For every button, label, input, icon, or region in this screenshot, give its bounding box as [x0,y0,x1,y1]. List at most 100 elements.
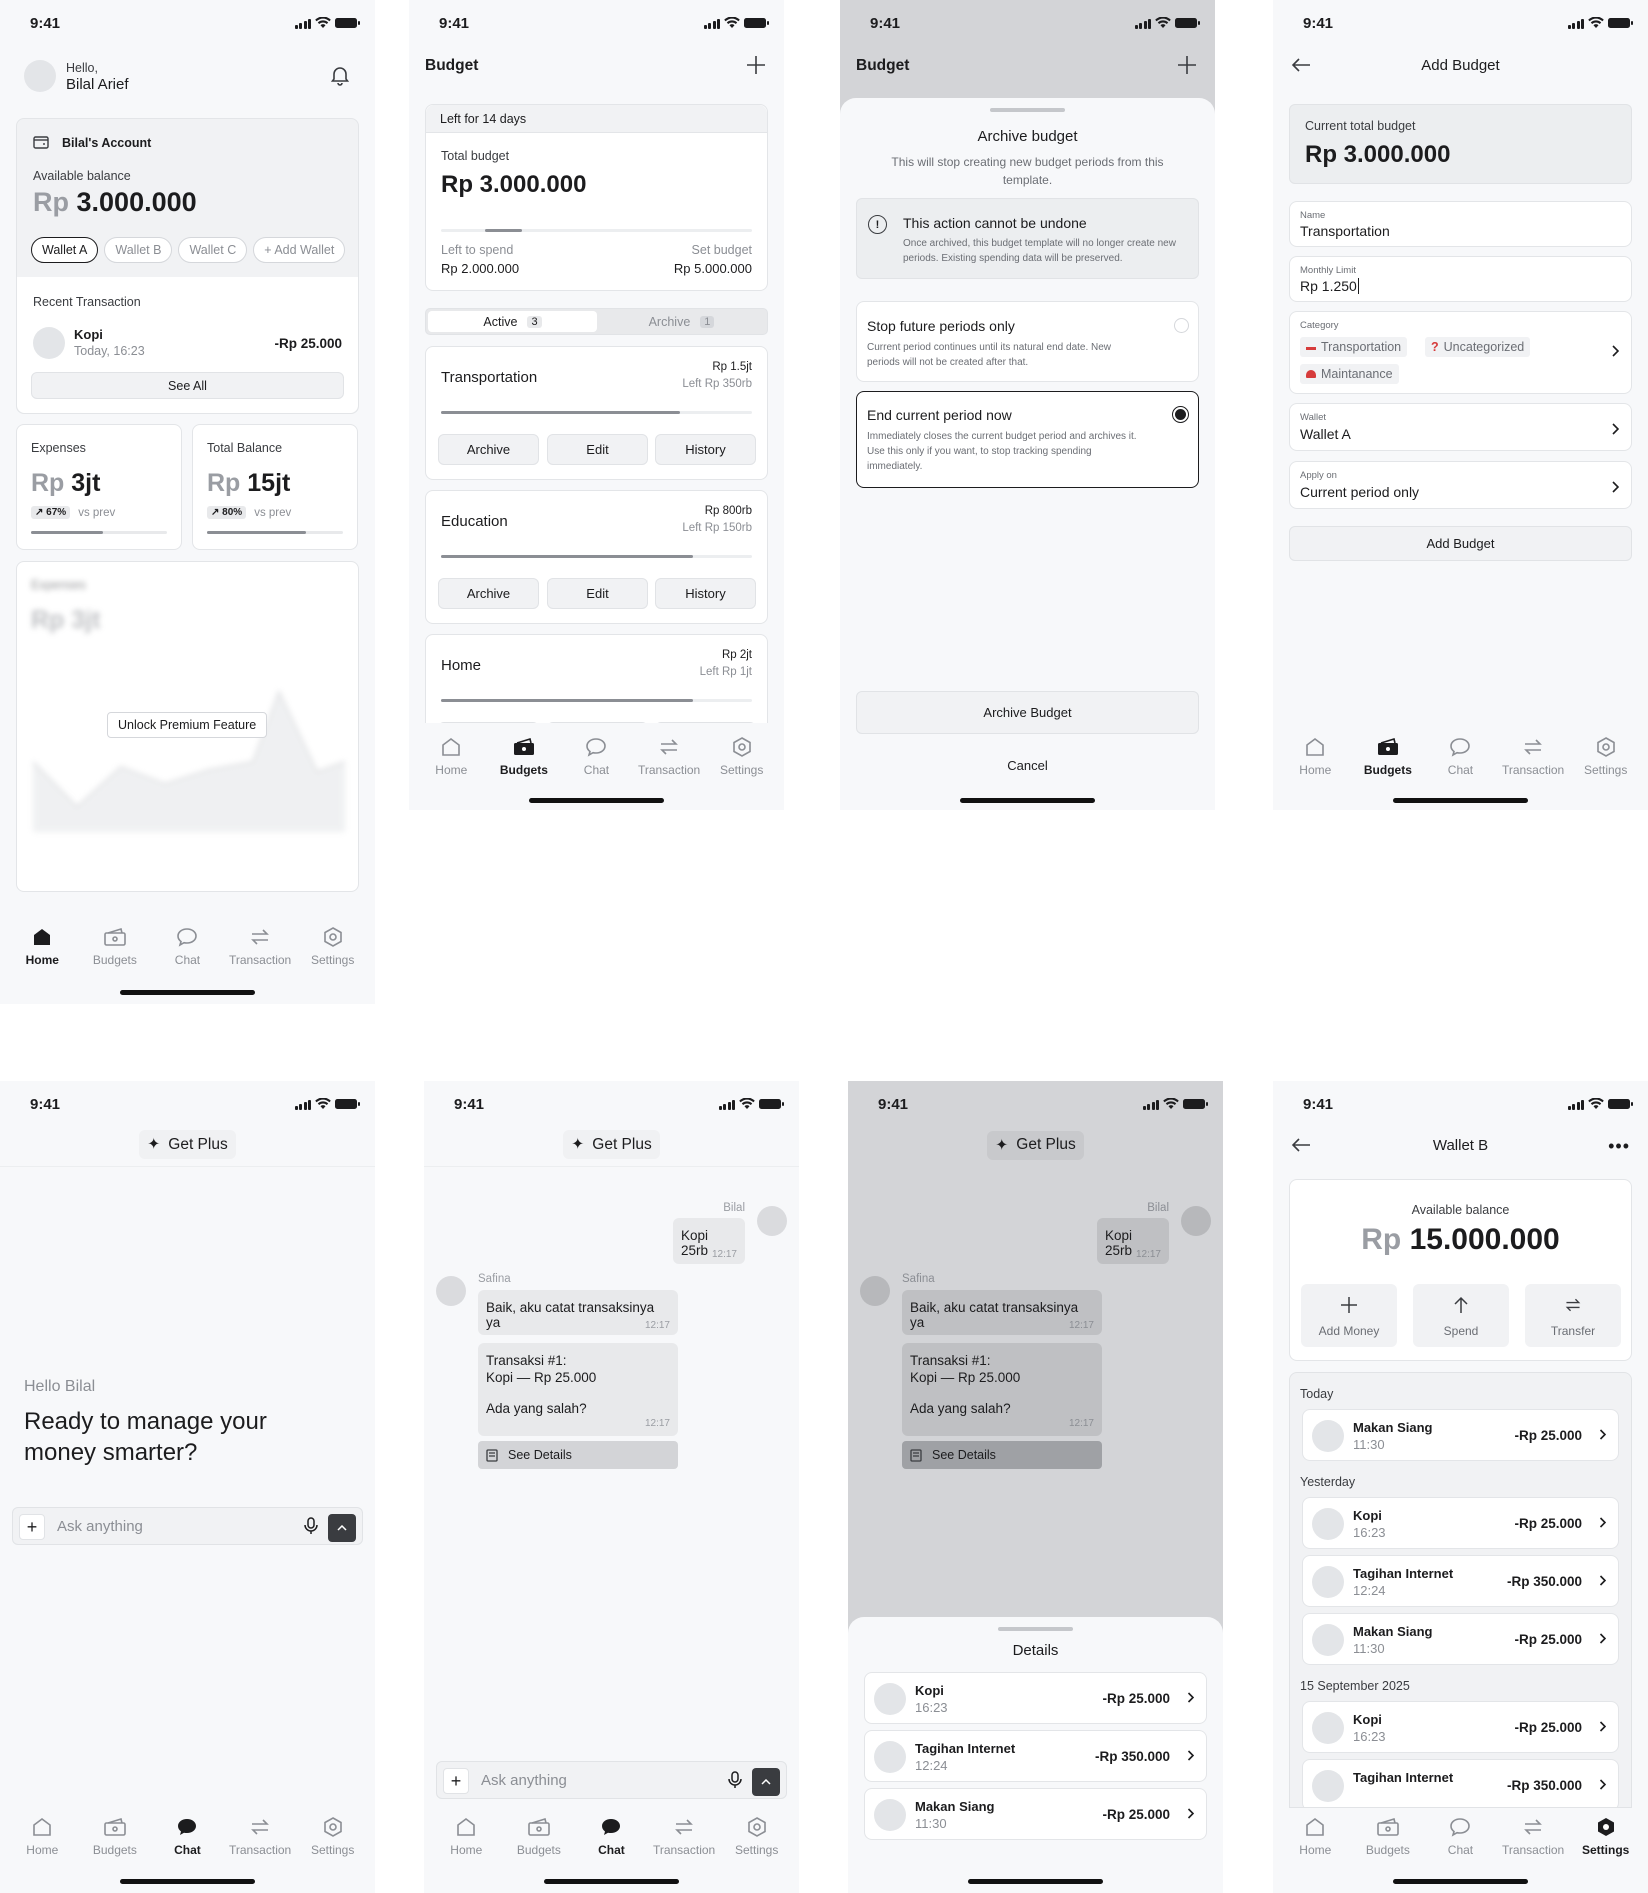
budget-item-card[interactable]: Home Rp 2jt Left Rp 1jt Archive Edit History [425,634,768,723]
add-money-button[interactable]: Add Money [1301,1284,1397,1347]
archive-button[interactable]: Archive [438,722,539,723]
see-all-button[interactable]: See All [31,372,344,399]
nav-home[interactable]: Home [430,1814,502,1857]
option-end-now[interactable]: End current period now Immediately close… [856,391,1199,488]
get-plus-button[interactable]: ✦ Get Plus [563,1130,660,1159]
more-icon[interactable]: ••• [1608,1137,1630,1155]
add-icon[interactable] [746,55,766,80]
nav-transaction[interactable]: Transaction [633,734,705,777]
archive-confirm-button[interactable]: Archive Budget [856,691,1199,734]
category-chip-uncategorized[interactable]: ? Uncategorized [1425,337,1531,357]
nav-home[interactable]: Home [6,1814,78,1857]
add-budget-button[interactable]: Add Budget [1289,526,1632,561]
cancel-button[interactable]: Cancel [840,758,1215,773]
wallet-pill-b[interactable]: Wallet B [104,237,173,263]
nav-home[interactable]: Home [1279,734,1351,777]
name-field[interactable]: Name Transportation [1289,201,1632,247]
edit-button[interactable]: Edit [547,434,648,465]
sheet-handle[interactable] [998,1627,1073,1631]
nav-budgets[interactable]: Budgets [79,924,151,967]
tab-active[interactable]: Active 3 [428,311,597,332]
radio-selected[interactable] [1172,406,1189,423]
monthly-limit-field[interactable]: Monthly Limit Rp 1.250 [1289,256,1632,302]
transaction-row[interactable]: Tagihan Internet 12:24 -Rp 350.000 [864,1730,1207,1782]
get-plus-button[interactable]: ✦ Get Plus [987,1130,1084,1160]
send-button[interactable] [752,1768,780,1796]
nav-chat[interactable]: Chat [1424,734,1496,777]
ask-input[interactable]: Ask anything [57,1518,143,1535]
attach-plus-button[interactable]: + [443,1768,469,1794]
nav-home[interactable]: Home [6,924,78,967]
unlock-premium-button[interactable]: Unlock Premium Feature [107,712,268,738]
send-button[interactable] [328,1514,356,1542]
edit-button[interactable]: Edit [547,578,648,609]
get-plus-button[interactable]: ✦ Get Plus [139,1130,236,1159]
history-button[interactable]: History [655,578,756,609]
nav-budgets[interactable]: Budgets [79,1814,151,1857]
nav-chat[interactable]: Chat [1424,1814,1496,1857]
radio-unselected[interactable] [1174,318,1189,333]
wallet-field[interactable]: Wallet Wallet A [1289,403,1632,451]
add-wallet-button[interactable]: + Add Wallet [253,237,346,263]
nav-transaction[interactable]: Transaction [224,1814,296,1857]
bell-icon[interactable] [329,64,351,91]
chevron-right-icon [1599,1427,1607,1445]
transaction-row[interactable]: Kopi 16:23 -Rp 25.000 [1302,1701,1619,1753]
category-chip-maintenance[interactable]: Maintanance [1300,364,1399,384]
archive-button[interactable]: Archive [438,578,539,609]
nav-budgets[interactable]: Budgets [503,1814,575,1857]
avatar[interactable] [24,60,56,92]
nav-transaction[interactable]: Transaction [1497,1814,1569,1857]
nav-settings[interactable]: Settings [297,1814,369,1857]
transaction-row[interactable]: Makan Siang 11:30 -Rp 25.000 [864,1788,1207,1840]
nav-settings[interactable]: Settings [297,924,369,967]
transaction-row[interactable]: Kopi 16:23 -Rp 25.000 [864,1672,1207,1724]
attach-plus-button[interactable]: + [19,1514,45,1540]
nav-chat[interactable]: Chat [575,1814,647,1857]
wallet-pill-c[interactable]: Wallet C [178,237,248,263]
nav-settings[interactable]: Settings [1570,734,1642,777]
tab-archive[interactable]: Archive 1 [597,311,766,332]
nav-home[interactable]: Home [1279,1814,1351,1857]
nav-settings[interactable]: Settings [706,734,778,777]
ask-input[interactable]: Ask anything [481,1772,567,1789]
transfer-button[interactable]: Transfer [1525,1284,1621,1347]
option-stop-future[interactable]: Stop future periods only Current period … [856,301,1199,382]
sheet-handle[interactable] [990,108,1065,112]
transaction-row[interactable]: Tagihan Internet 12:24 -Rp 350.000 [1302,1555,1619,1607]
see-details-button[interactable]: See Details [478,1441,678,1469]
edit-button[interactable]: Edit [547,722,648,723]
see-details-button[interactable]: See Details [902,1441,1102,1469]
nav-transaction[interactable]: Transaction [648,1814,720,1857]
mic-icon[interactable] [728,1771,742,1794]
mic-icon[interactable] [304,1517,318,1540]
apply-on-field[interactable]: Apply on Current period only [1289,461,1632,509]
category-chip-transportation[interactable]: ▬ Transportation [1300,337,1408,357]
transaction-row[interactable]: Kopi 16:23 -Rp 25.000 [1302,1497,1619,1549]
transaction-row[interactable]: Makan Siang 11:30 -Rp 25.000 [1302,1409,1619,1461]
add-icon[interactable] [1177,55,1197,80]
nav-settings[interactable]: Settings [1570,1814,1642,1857]
nav-chat[interactable]: Chat [151,924,223,967]
budget-item-card[interactable]: Transportation Rp 1.5jt Left Rp 350rb Archi… [425,346,768,480]
nav-transaction[interactable]: Transaction [224,924,296,967]
wallet-pill-a[interactable]: Wallet A [31,237,99,263]
budget-item-card[interactable]: Education Rp 800rb Left Rp 150rb Archive Edi… [425,490,768,624]
history-button[interactable]: History [655,722,756,723]
nav-chat[interactable]: Chat [560,734,632,777]
nav-budgets[interactable]: Budgets [1352,734,1424,777]
nav-home[interactable]: Home [415,734,487,777]
spend-button[interactable]: Spend [1413,1284,1509,1347]
category-field[interactable]: Category ▬ Transportation ? Uncategorized … [1289,311,1632,394]
transaction-row[interactable]: Tagihan Internet -Rp 350.000 [1302,1759,1619,1807]
history-button[interactable]: History [655,434,756,465]
transaction-row[interactable]: Makan Siang 11:30 -Rp 25.000 [1302,1613,1619,1665]
nav-transaction[interactable]: Transaction [1497,734,1569,777]
nav-chat[interactable]: Chat [151,1814,223,1857]
archive-button[interactable]: Archive [438,434,539,465]
nav-settings[interactable]: Settings [721,1814,793,1857]
expenses-card[interactable]: Expenses Rp 3jt ↗ 67% vs prev [16,424,182,550]
nav-budgets[interactable]: Budgets [488,734,560,777]
nav-budgets[interactable]: Budgets [1352,1814,1424,1857]
total-balance-card[interactable]: Total Balance Rp 15jt ↗ 80% vs prev [192,424,358,550]
